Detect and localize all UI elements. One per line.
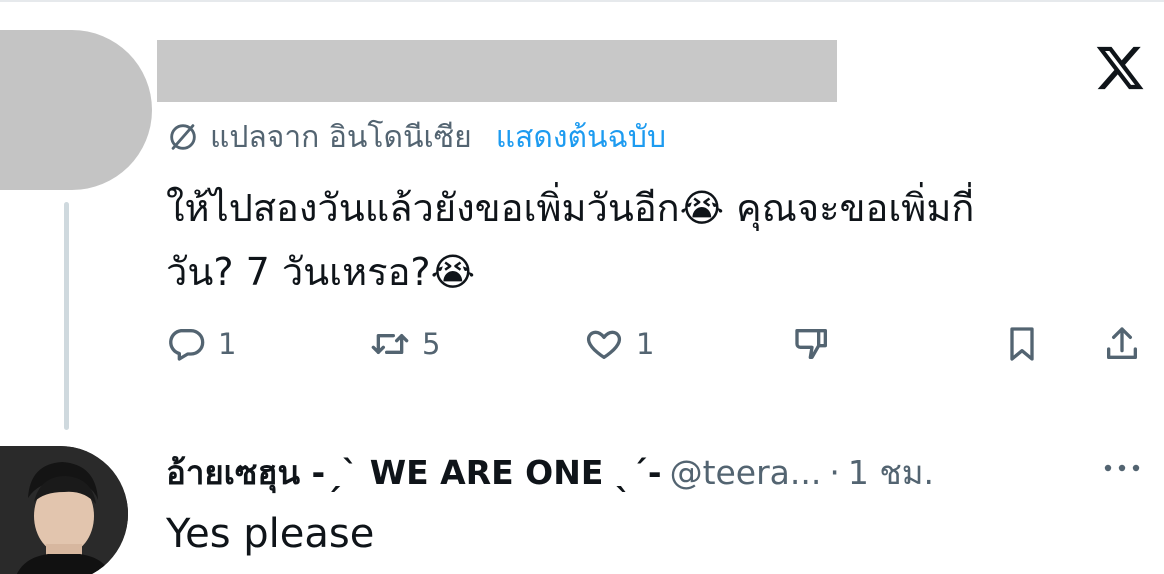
separator-dot: · <box>829 452 840 492</box>
thread-connector-line <box>64 202 69 430</box>
share-button[interactable] <box>1102 318 1142 370</box>
avatar-redacted[interactable] <box>0 30 152 190</box>
more-dots-icon[interactable] <box>1098 448 1146 488</box>
avatar-photo <box>0 446 128 574</box>
thumbs-down-icon <box>795 329 827 359</box>
repost-icon <box>371 334 409 354</box>
tweet-header: อ้ายเซฮุน -ˏˋ WE ARE ONE ˎˊ- @teera... ·… <box>166 446 934 498</box>
tweet-body: ให้ไปสองวันแล้วยังขอเพิ่มวันอีก😭 คุณจะขอ… <box>166 176 1156 304</box>
translation-notice: แปลจาก อินโดนีเซีย แสดงต้นฉบับ <box>166 116 666 158</box>
repost-button[interactable]: 5 <box>370 318 440 370</box>
translated-from-label: แปลจาก อินโดนีเซีย <box>210 119 472 155</box>
reply-thread-page: แปลจาก อินโดนีเซีย แสดงต้นฉบับ ให้ไปสองว… <box>0 0 1164 574</box>
like-count: 1 <box>636 327 655 361</box>
reply-count: 1 <box>218 327 237 361</box>
reply-body: Yes please <box>166 511 375 557</box>
redacted-user-name <box>157 40 837 102</box>
show-original-link[interactable]: แสดงต้นฉบับ <box>496 114 666 161</box>
display-name[interactable]: อ้ายเซฮุน -ˏˋ WE ARE ONE ˎˊ- <box>166 446 662 499</box>
share-icon <box>1107 327 1137 359</box>
dislike-button[interactable] <box>792 318 832 370</box>
reply-icon <box>169 329 205 361</box>
reply-button[interactable]: 1 <box>166 318 236 370</box>
tweet-action-bar: 1 5 1 <box>166 318 1146 370</box>
bookmark-icon <box>1010 327 1034 361</box>
translate-icon <box>170 124 196 150</box>
avatar[interactable] <box>0 446 128 574</box>
tweet-body-line: ให้ไปสองวันแล้วยังขอเพิ่มวันอีก😭 คุณจะขอ… <box>166 186 975 230</box>
post-time[interactable]: 1 ชม. <box>848 446 934 499</box>
x-logo-icon[interactable] <box>1094 42 1146 94</box>
bookmark-button[interactable] <box>1002 318 1042 370</box>
repost-count: 5 <box>422 327 441 361</box>
top-divider <box>0 0 1164 2</box>
like-button[interactable]: 1 <box>584 318 654 370</box>
user-handle[interactable]: @teera... <box>670 453 822 492</box>
heart-icon <box>586 330 622 359</box>
tweet-body-line: วัน? 7 วันเหรอ?😭 <box>166 250 475 294</box>
